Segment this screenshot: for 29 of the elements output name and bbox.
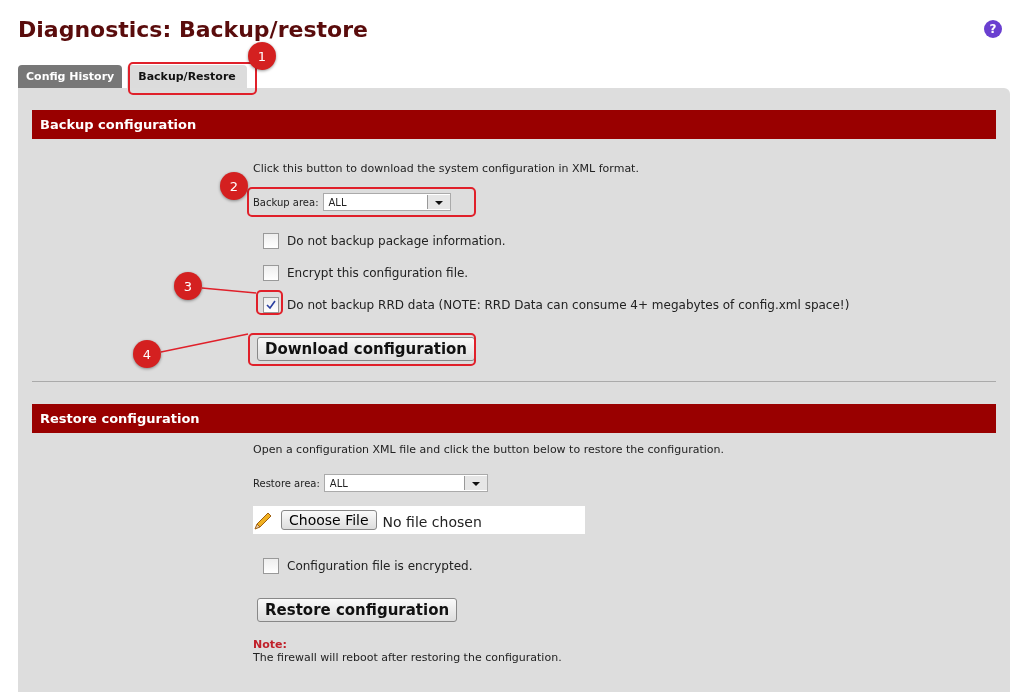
- section-header: Restore configuration: [32, 404, 996, 433]
- checkbox[interactable]: [263, 297, 279, 313]
- checkbox[interactable]: [263, 233, 279, 249]
- note-text: The firewall will reboot after restoring the configuration.: [253, 651, 562, 664]
- section-header: Backup configuration: [32, 110, 996, 139]
- choose-file-button[interactable]: Choose File: [281, 510, 377, 530]
- tab[interactable]: Backup/Restore: [127, 65, 247, 88]
- checkbox[interactable]: [263, 265, 279, 281]
- note-label: Note:: [253, 638, 287, 651]
- area-select[interactable]: ALL: [323, 474, 488, 492]
- intro-text: Click this button to download the system configuration in XML format.: [253, 162, 639, 175]
- callout-number: 1: [248, 42, 276, 70]
- leader-line: [202, 285, 256, 296]
- area-label: Backup area:: [253, 196, 319, 208]
- page-title: Diagnostics: Backup/restore: [18, 16, 368, 42]
- highlight-outline: [256, 290, 283, 315]
- file-status: No file chosen: [382, 514, 482, 530]
- area-label: Restore area:: [253, 477, 320, 489]
- checkbox[interactable]: [263, 558, 279, 574]
- intro-text: Open a configuration XML file and click the button below to restore the configuration.: [253, 443, 725, 456]
- checkbox-label: Encrypt this configuration file.: [287, 266, 469, 280]
- help-icon[interactable]: ?: [984, 20, 1002, 38]
- action-button[interactable]: Download configuration: [257, 337, 476, 361]
- area-select[interactable]: ALL: [322, 193, 451, 211]
- action-button[interactable]: Restore configuration: [257, 598, 458, 622]
- tab[interactable]: Config History: [18, 65, 123, 88]
- checkbox-label: Configuration file is encrypted.: [287, 559, 473, 573]
- checkbox-label: Do not backup RRD data (NOTE: RRD Data can consume 4+ megabytes of config.xml space!): [287, 298, 850, 312]
- checkbox-label: Do not backup package information.: [287, 234, 506, 248]
